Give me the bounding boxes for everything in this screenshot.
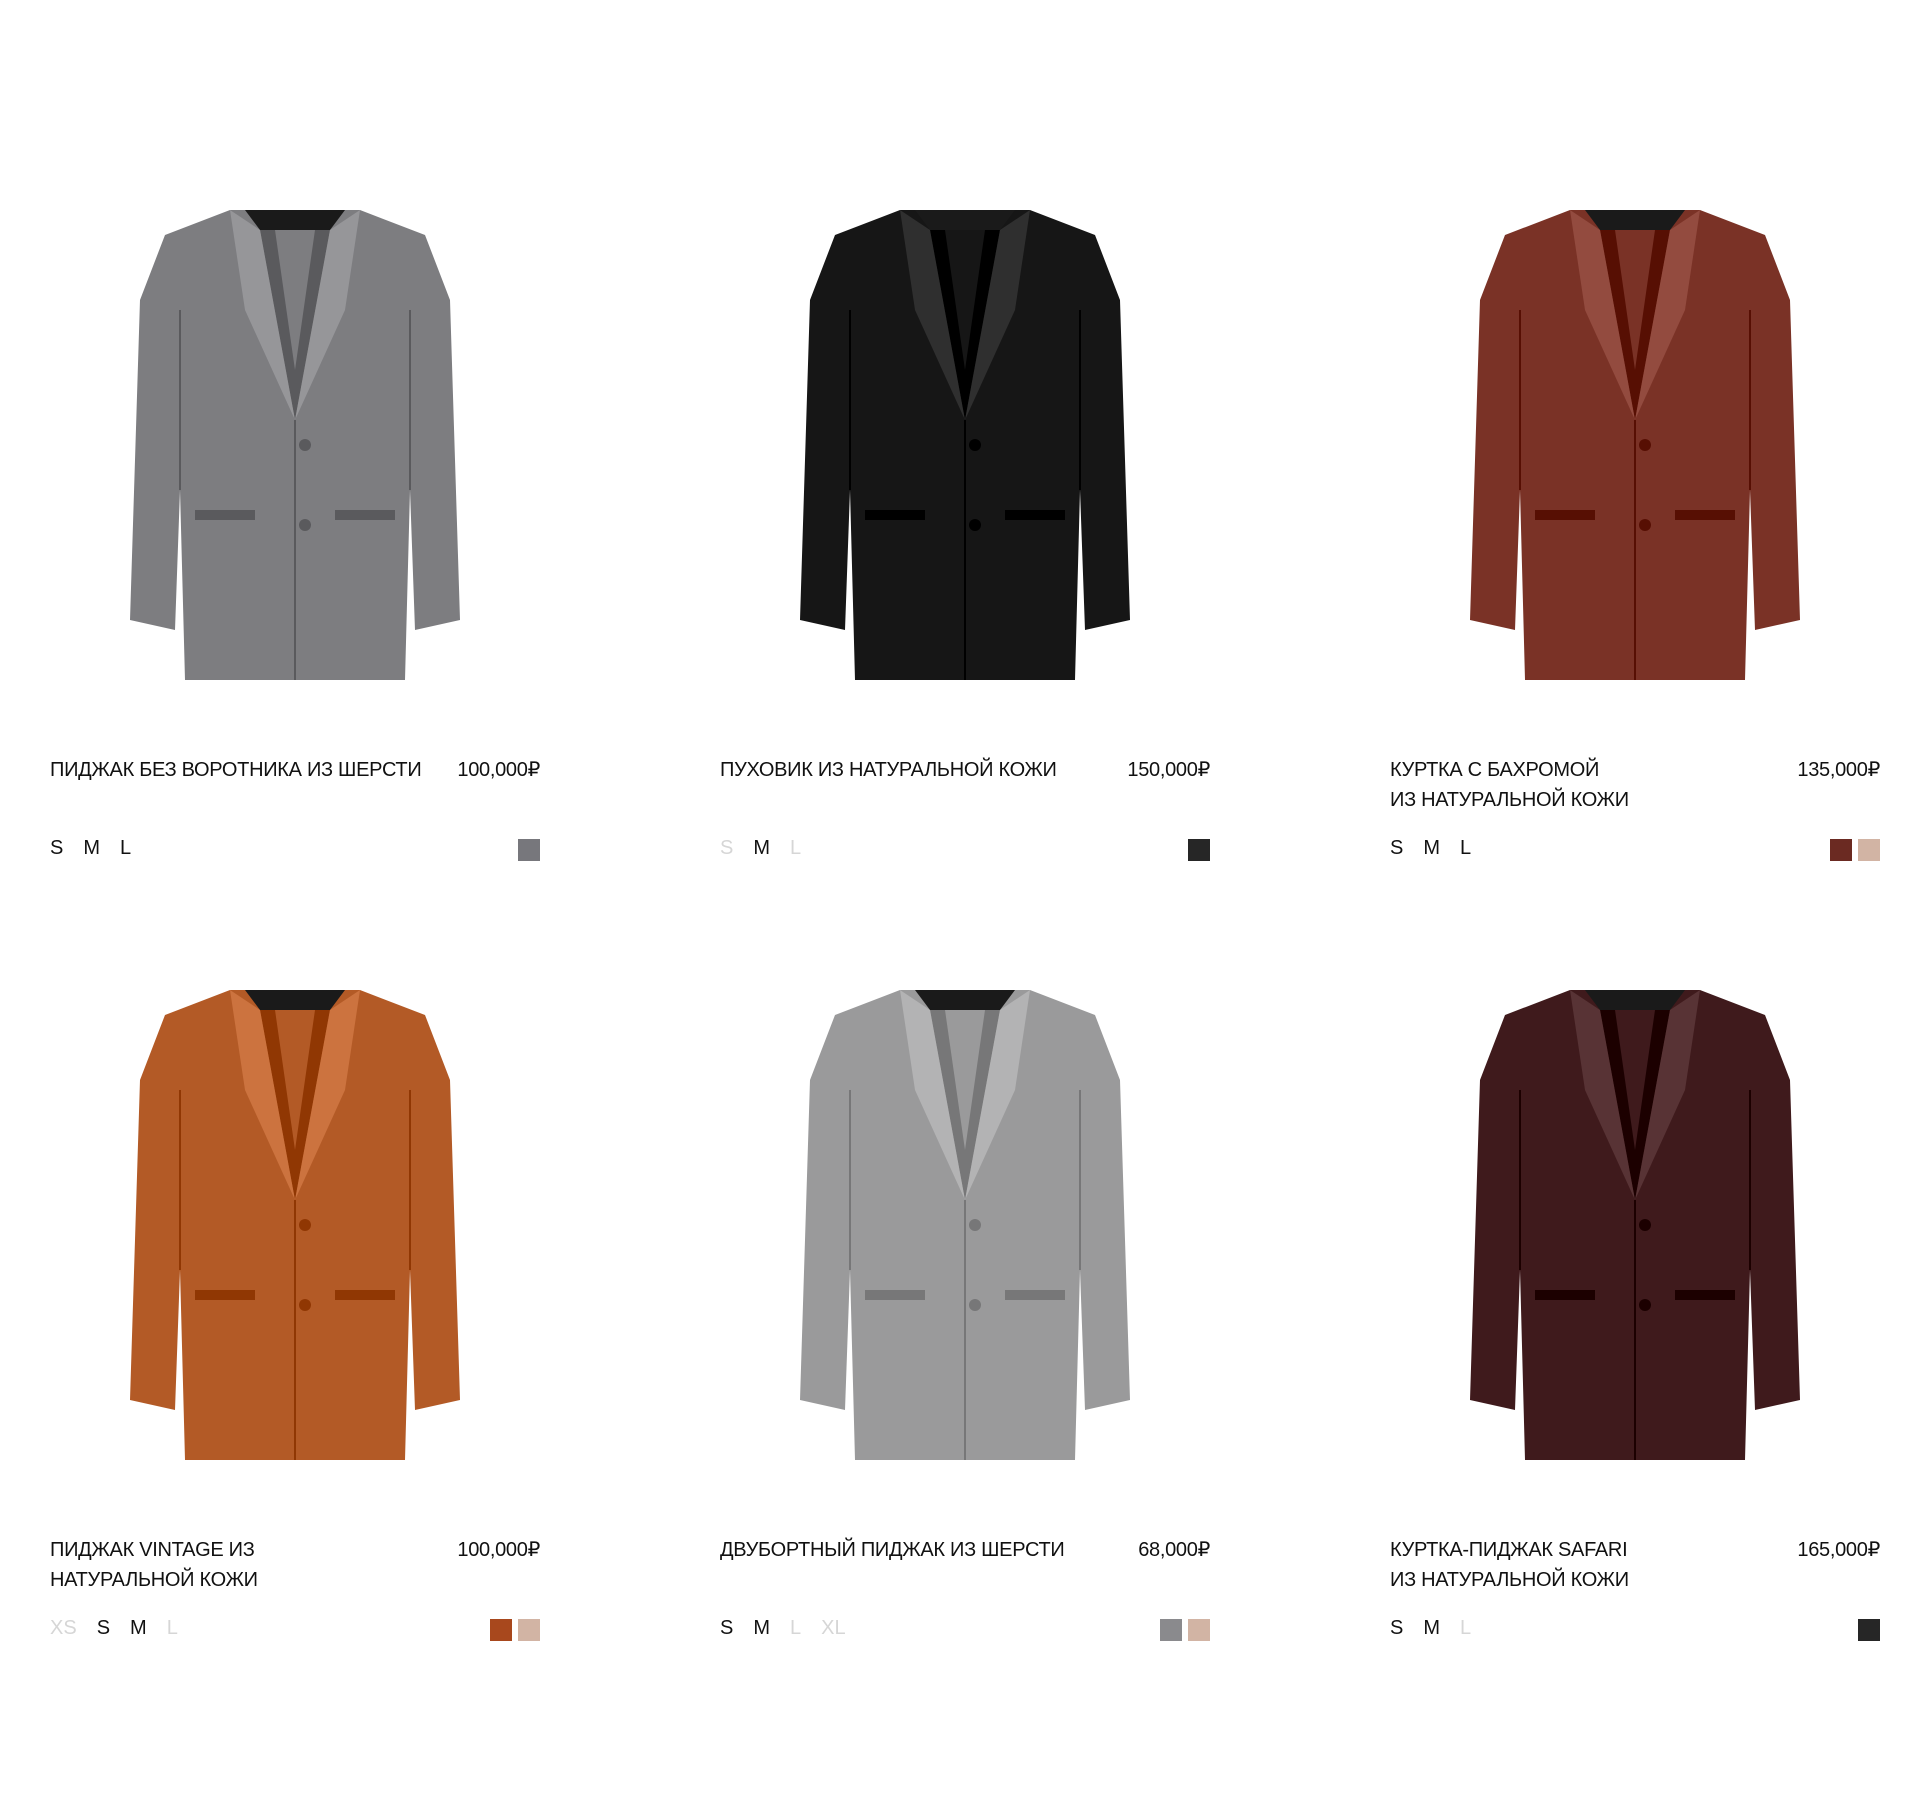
size-option[interactable]: M xyxy=(753,836,770,860)
product-image[interactable] xyxy=(720,940,1210,1500)
size-list: SML xyxy=(720,836,821,860)
product-price: 165,000₽ xyxy=(1797,1539,1880,1561)
color-swatches xyxy=(1188,839,1210,861)
product-price: 100,000₽ xyxy=(457,1539,540,1561)
color-swatch[interactable] xyxy=(1188,839,1210,861)
size-option[interactable]: L xyxy=(1460,836,1471,860)
color-swatches xyxy=(1830,839,1880,861)
product-image[interactable] xyxy=(1390,160,1880,720)
jacket-cognac-blazer-icon xyxy=(130,990,460,1460)
size-list: SML xyxy=(50,836,151,860)
color-swatches xyxy=(490,1619,540,1641)
color-swatch[interactable] xyxy=(490,1619,512,1641)
product-price: 150,000₽ xyxy=(1127,759,1210,781)
product-image[interactable] xyxy=(1390,940,1880,1500)
size-option[interactable]: M xyxy=(1423,836,1440,860)
color-swatches xyxy=(518,839,540,861)
product-name[interactable]: ДВУБОРТНЫЙ ПИДЖАК ИЗ ШЕРСТИ xyxy=(720,1535,1120,1565)
color-swatches xyxy=(1858,1619,1880,1641)
product-name-line: КУРТКА-ПИДЖАК SAFARI xyxy=(1390,1539,1628,1561)
product-name[interactable]: ПИДЖАК БЕЗ ВОРОТНИКА ИЗ ШЕРСТИ xyxy=(50,755,450,785)
product-image[interactable] xyxy=(50,940,540,1500)
product-name-line: НАТУРАЛЬНОЙ КОЖИ xyxy=(50,1569,258,1591)
size-option[interactable]: M xyxy=(130,1616,147,1640)
jacket-grey-double-breasted-icon xyxy=(800,990,1130,1460)
product-name[interactable]: КУРТКА-ПИДЖАК SAFARI ИЗ НАТУРАЛЬНОЙ КОЖИ xyxy=(1390,1535,1790,1595)
product-name-line: ИЗ НАТУРАЛЬНОЙ КОЖИ xyxy=(1390,789,1629,811)
size-list: SML xyxy=(1390,836,1491,860)
product-price: 135,000₽ xyxy=(1797,759,1880,781)
jacket-burgundy-safari-icon xyxy=(1470,990,1800,1460)
jacket-fringe-leather-icon xyxy=(1470,210,1800,680)
jacket-black-leather-icon xyxy=(800,210,1130,680)
product-name-line: ПИДЖАК БЕЗ ВОРОТНИКА ИЗ ШЕРСТИ xyxy=(50,759,422,781)
size-option: L xyxy=(790,1617,802,1639)
color-swatch[interactable] xyxy=(518,1619,540,1641)
product-image[interactable] xyxy=(50,160,540,720)
product-name-line: КУРТКА С БАХРОМОЙ xyxy=(1390,759,1600,781)
size-option: L xyxy=(166,1617,178,1639)
color-swatch[interactable] xyxy=(1830,839,1852,861)
size-option: L xyxy=(1460,1617,1472,1639)
size-list: S M L XL xyxy=(720,1616,866,1640)
size-option[interactable]: M xyxy=(1423,1616,1440,1640)
size-option[interactable]: S xyxy=(50,836,63,860)
product-name[interactable]: ПИДЖАК VINTAGE ИЗ НАТУРАЛЬНОЙ КОЖИ xyxy=(50,1535,450,1595)
color-swatch[interactable] xyxy=(1858,839,1880,861)
product-image[interactable] xyxy=(720,160,1210,720)
size-option[interactable]: S xyxy=(1390,836,1403,860)
size-option[interactable]: S xyxy=(97,1616,110,1640)
color-swatch[interactable] xyxy=(1858,1619,1880,1641)
color-swatch[interactable] xyxy=(518,839,540,861)
size-option[interactable]: M xyxy=(753,1616,770,1640)
size-list: XS S M L xyxy=(50,1616,198,1640)
size-option: XL xyxy=(821,1617,846,1639)
size-option: XS xyxy=(50,1617,77,1639)
size-option: L xyxy=(790,837,802,859)
size-option[interactable]: M xyxy=(83,836,100,860)
product-name-line: ПИДЖАК VINTAGE ИЗ xyxy=(50,1539,255,1561)
size-option[interactable]: S xyxy=(720,1616,733,1640)
product-name-line: ИЗ НАТУРАЛЬНОЙ КОЖИ xyxy=(1390,1569,1629,1591)
size-option[interactable]: L xyxy=(120,836,131,860)
jacket-grey-blazer-icon xyxy=(130,210,460,680)
size-list: SML xyxy=(1390,1616,1491,1640)
color-swatches xyxy=(1160,1619,1210,1641)
product-price: 68,000₽ xyxy=(1138,1539,1210,1561)
size-option[interactable]: S xyxy=(1390,1616,1403,1640)
color-swatch[interactable] xyxy=(1188,1619,1210,1641)
color-swatch[interactable] xyxy=(1160,1619,1182,1641)
product-name-line: ПУХОВИК ИЗ НАТУРАЛЬНОЙ КОЖИ xyxy=(720,759,1057,781)
product-name-line: ДВУБОРТНЫЙ ПИДЖАК ИЗ ШЕРСТИ xyxy=(720,1539,1065,1561)
size-option: S xyxy=(720,837,734,859)
product-name[interactable]: ПУХОВИК ИЗ НАТУРАЛЬНОЙ КОЖИ xyxy=(720,755,1120,785)
product-name[interactable]: КУРТКА С БАХРОМОЙ ИЗ НАТУРАЛЬНОЙ КОЖИ xyxy=(1390,755,1790,815)
product-price: 100,000₽ xyxy=(457,759,540,781)
